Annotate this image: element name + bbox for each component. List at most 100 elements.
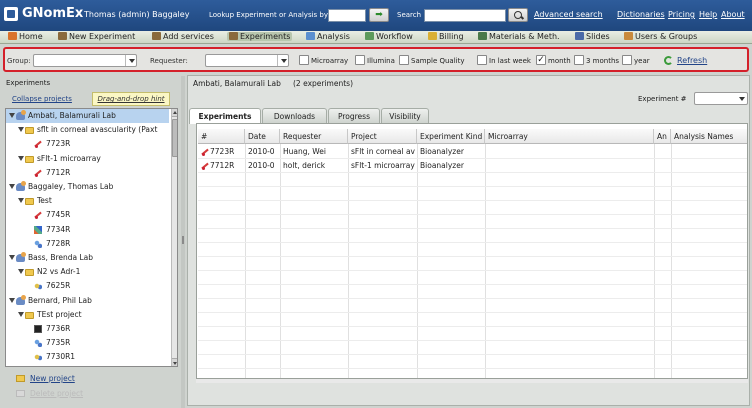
pricing-link[interactable]: Pricing (668, 10, 695, 19)
grid-horizontal-scrollbar[interactable] (196, 379, 748, 383)
chevron-down-icon[interactable] (18, 198, 24, 204)
nav-materials-methods[interactable]: Materials & Meth. (478, 32, 560, 41)
tree-item[interactable]: TEst project (6, 308, 169, 322)
nav-new-experiment[interactable]: New Experiment (58, 32, 135, 41)
new-project-link[interactable]: New project (30, 374, 75, 383)
tree-item[interactable]: 7625R (6, 279, 169, 293)
nav-slides[interactable]: Slides (575, 32, 610, 41)
refresh-link[interactable]: Refresh (677, 56, 707, 65)
column-header[interactable]: Project (348, 129, 417, 144)
scroll-up-icon[interactable] (172, 109, 177, 117)
tree-scrollbar[interactable] (171, 109, 177, 366)
sample-quality-checkbox[interactable] (399, 55, 409, 65)
lookup-input[interactable] (328, 9, 366, 22)
experiment-detail-panel: Ambati, Balamurali Lab (2 experiments) E… (187, 75, 750, 406)
nav-workflow[interactable]: Workflow (365, 32, 413, 41)
nav-experiments[interactable]: Experiments (227, 32, 293, 41)
advanced-search-link[interactable]: Advanced search (534, 10, 603, 19)
chevron-down-icon[interactable] (18, 311, 24, 317)
group-select[interactable] (33, 54, 137, 67)
tree-item[interactable]: Test (6, 194, 169, 208)
last-week-checkbox[interactable] (477, 55, 487, 65)
tree-item[interactable]: 7735R (6, 336, 169, 350)
tree-item[interactable]: sflt in corneal avascularity (Paxt (6, 123, 169, 137)
table-cell: 2010-0 (248, 161, 275, 170)
drag-drop-hint-button[interactable]: Drag-and-drop hint (92, 92, 170, 106)
table-cell: 7723R (198, 145, 245, 159)
dictionaries-link[interactable]: Dictionaries (617, 10, 665, 19)
tab-visibility[interactable]: Visibility (381, 108, 429, 123)
search-input[interactable] (424, 9, 506, 22)
tree-item[interactable]: 7734R (6, 223, 169, 237)
search-button[interactable] (508, 8, 528, 22)
row-divider (198, 186, 747, 187)
column-header[interactable]: Analysis Names (671, 129, 747, 144)
table-row[interactable]: 7723R 2010-0 Huang, Wei sFlt in corneal av B… (198, 145, 747, 159)
chevron-down-icon[interactable] (18, 269, 24, 275)
nav-add-services[interactable]: Add services (152, 32, 214, 41)
illumina-checkbox[interactable] (355, 55, 365, 65)
year-checkbox[interactable] (622, 55, 632, 65)
tree-item[interactable]: Ambati, Balamurali Lab (6, 109, 169, 123)
table-cell (654, 159, 671, 173)
nav-billing[interactable]: Billing (428, 32, 464, 41)
column-header[interactable]: Date (245, 129, 280, 144)
tree-item[interactable]: Baggaley, Thomas Lab (6, 180, 169, 194)
requester-select[interactable] (205, 54, 289, 67)
lookup-go-button[interactable]: ➡ (369, 8, 389, 22)
tree-item[interactable]: Bernard, Phil Lab (6, 294, 169, 308)
table-cell: Huang, Wei (283, 147, 326, 156)
flask-icon (152, 32, 161, 40)
microarray-icon (34, 325, 42, 333)
tab-downloads[interactable]: Downloads (262, 108, 327, 123)
column-header[interactable]: # (198, 129, 245, 144)
tree-item[interactable]: sFlt-1 microarray (6, 152, 169, 166)
tab-progress[interactable]: Progress (328, 108, 380, 123)
microarray-checkbox[interactable] (299, 55, 309, 65)
tree-item[interactable]: 7728R (6, 237, 169, 251)
microarray-label: Microarray (311, 57, 349, 65)
column-header[interactable]: Requester (280, 129, 348, 144)
tree-item[interactable]: 7745R (6, 208, 169, 222)
nav-home[interactable]: Home (8, 32, 43, 41)
experiment-number-select[interactable] (694, 92, 748, 105)
tab-experiments[interactable]: Experiments (189, 108, 261, 124)
refresh-icon[interactable] (664, 56, 673, 65)
tree-item[interactable]: N2 vs Adr-1 (6, 265, 169, 279)
column-divider (671, 144, 672, 378)
scroll-thumb[interactable] (172, 119, 177, 157)
tree-item[interactable]: 7736R (6, 322, 169, 336)
three-months-checkbox[interactable] (574, 55, 584, 65)
about-link[interactable]: About (721, 10, 745, 19)
experiment-count: (2 experiments) (293, 79, 353, 88)
tree-item[interactable]: 7723R (6, 137, 169, 151)
tree-item-label: Bernard, Phil Lab (28, 295, 92, 305)
column-header[interactable]: Experiment Kind (417, 129, 485, 144)
tree-item[interactable]: Bass, Brenda Lab (6, 251, 169, 265)
chevron-down-icon[interactable] (9, 113, 15, 118)
column-header[interactable]: Microarray (485, 129, 654, 144)
chevron-down-icon[interactable] (9, 255, 15, 260)
scroll-down-icon[interactable] (172, 358, 177, 366)
row-divider (198, 228, 747, 229)
tree-item[interactable]: 7712R (6, 166, 169, 180)
table-row[interactable]: 7712R 2010-0 holt, derick sFlt-1 microarray… (198, 159, 747, 173)
month-checkbox[interactable]: ✓ (536, 55, 546, 65)
chevron-down-icon[interactable] (9, 184, 15, 189)
chevron-down-icon[interactable] (9, 297, 15, 303)
column-header[interactable]: An (654, 129, 671, 144)
home-icon (8, 32, 17, 40)
nav-analysis[interactable]: Analysis (306, 32, 350, 41)
nav-users-groups[interactable]: Users & Groups (624, 32, 697, 41)
tree-item[interactable]: 7730R (6, 365, 169, 366)
tree-item[interactable]: 7730R1 (6, 350, 169, 364)
help-link[interactable]: Help (699, 10, 717, 19)
tree-item-label: TEst project (37, 309, 82, 319)
chevron-down-icon[interactable] (18, 155, 24, 161)
panel-splitter[interactable] (181, 76, 185, 408)
chevron-down-icon[interactable] (18, 127, 24, 133)
tree-item-label: Bass, Brenda Lab (28, 253, 94, 262)
filter-bar: Group: Requester: Microarray Illumina Sa… (3, 47, 749, 72)
column-divider (417, 144, 418, 378)
collapse-projects-link[interactable]: Collapse projects (12, 95, 72, 103)
